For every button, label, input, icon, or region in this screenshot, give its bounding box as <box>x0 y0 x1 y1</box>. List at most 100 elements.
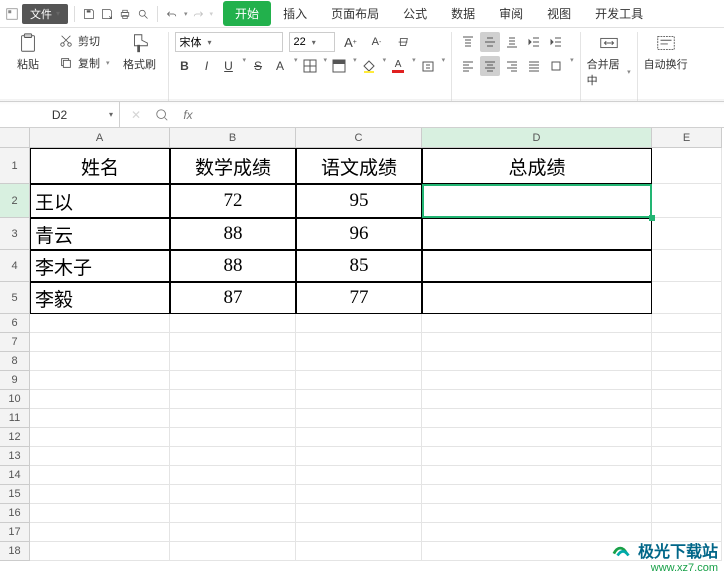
decrease-indent-button[interactable] <box>524 32 544 52</box>
cell-B11[interactable] <box>170 409 296 428</box>
increase-indent-button[interactable] <box>546 32 566 52</box>
cell-B12[interactable] <box>170 428 296 447</box>
cell-C16[interactable] <box>296 504 422 523</box>
cell-C9[interactable] <box>296 371 422 390</box>
cell-A2[interactable]: 王以 <box>30 184 170 218</box>
print-icon[interactable] <box>117 6 133 22</box>
cell-E11[interactable] <box>652 409 722 428</box>
cell-A9[interactable] <box>30 371 170 390</box>
row-header-12[interactable]: 12 <box>0 428 30 447</box>
col-header-B[interactable]: B <box>170 128 296 148</box>
cell-A17[interactable] <box>30 523 170 542</box>
tab-data[interactable]: 数据 <box>439 1 487 26</box>
cell-D14[interactable] <box>422 466 652 485</box>
tab-developer[interactable]: 开发工具 <box>583 1 655 26</box>
cell-D8[interactable] <box>422 352 652 371</box>
cut-button[interactable]: 剪切 <box>58 33 110 49</box>
cell-C1[interactable]: 语文成绩 <box>296 148 422 184</box>
phonetic-button[interactable] <box>418 56 438 76</box>
row-header-1[interactable]: 1 <box>0 148 30 184</box>
font-style-button[interactable]: A <box>270 56 290 76</box>
justify-button[interactable] <box>524 56 544 76</box>
italic-button[interactable]: I <box>197 56 217 76</box>
cell-B2[interactable]: 72 <box>170 184 296 218</box>
font-size-select[interactable]: 22 ▾ <box>289 32 335 52</box>
auto-wrap-button[interactable]: 自动换行 <box>644 32 688 72</box>
cell-A14[interactable] <box>30 466 170 485</box>
select-all-corner[interactable] <box>0 128 30 148</box>
cell-B14[interactable] <box>170 466 296 485</box>
decrease-font-button[interactable]: A- <box>367 32 387 52</box>
cell-C6[interactable] <box>296 314 422 333</box>
cell-C5[interactable]: 77 <box>296 282 422 314</box>
cell-B5[interactable]: 87 <box>170 282 296 314</box>
bold-button[interactable]: B <box>175 56 195 76</box>
align-left-button[interactable] <box>458 56 478 76</box>
cell-D9[interactable] <box>422 371 652 390</box>
cell-D5[interactable] <box>422 282 652 314</box>
cell-C12[interactable] <box>296 428 422 447</box>
tab-review[interactable]: 审阅 <box>487 1 535 26</box>
cell-B7[interactable] <box>170 333 296 352</box>
cell-C7[interactable] <box>296 333 422 352</box>
cell-A8[interactable] <box>30 352 170 371</box>
cell-B6[interactable] <box>170 314 296 333</box>
cell-E9[interactable] <box>652 371 722 390</box>
cell-E4[interactable] <box>652 250 722 282</box>
cancel-icon[interactable]: ✕ <box>128 107 144 123</box>
cell-D11[interactable] <box>422 409 652 428</box>
cell-D1[interactable]: 总成绩 <box>422 148 652 184</box>
cell-A3[interactable]: 青云 <box>30 218 170 250</box>
cell-C18[interactable] <box>296 542 422 561</box>
save-as-icon[interactable] <box>99 6 115 22</box>
tab-insert[interactable]: 插入 <box>271 1 319 26</box>
cell-D3[interactable] <box>422 218 652 250</box>
cell-C8[interactable] <box>296 352 422 371</box>
cell-E3[interactable] <box>652 218 722 250</box>
cell-D2[interactable] <box>422 184 652 218</box>
cell-D10[interactable] <box>422 390 652 409</box>
row-header-10[interactable]: 10 <box>0 390 30 409</box>
cell-E1[interactable] <box>652 148 722 184</box>
undo-dropdown[interactable]: ▾ <box>184 10 188 18</box>
cell-A5[interactable]: 李毅 <box>30 282 170 314</box>
row-header-4[interactable]: 4 <box>0 250 30 282</box>
tab-home[interactable]: 开始 <box>223 1 271 26</box>
col-header-D[interactable]: D <box>422 128 652 148</box>
tab-view[interactable]: 视图 <box>535 1 583 26</box>
name-box[interactable]: D2 ▾ <box>0 102 120 127</box>
borders-button[interactable] <box>300 56 320 76</box>
cell-A13[interactable] <box>30 447 170 466</box>
paste-button[interactable]: 粘贴 <box>6 32 50 72</box>
underline-button[interactable]: U <box>219 56 239 76</box>
align-top-button[interactable] <box>458 32 478 52</box>
row-header-16[interactable]: 16 <box>0 504 30 523</box>
row-header-9[interactable]: 9 <box>0 371 30 390</box>
undo-icon[interactable] <box>164 6 180 22</box>
cell-A15[interactable] <box>30 485 170 504</box>
cell-E6[interactable] <box>652 314 722 333</box>
cell-E10[interactable] <box>652 390 722 409</box>
cell-E14[interactable] <box>652 466 722 485</box>
clear-format-button[interactable] <box>393 32 413 52</box>
save-icon[interactable] <box>81 6 97 22</box>
col-header-E[interactable]: E <box>652 128 722 148</box>
align-bottom-button[interactable] <box>502 32 522 52</box>
cell-A4[interactable]: 李木子 <box>30 250 170 282</box>
increase-font-button[interactable]: A+ <box>341 32 361 52</box>
tab-formulas[interactable]: 公式 <box>391 1 439 26</box>
row-header-8[interactable]: 8 <box>0 352 30 371</box>
cell-D13[interactable] <box>422 447 652 466</box>
cell-C4[interactable]: 85 <box>296 250 422 282</box>
row-header-3[interactable]: 3 <box>0 218 30 250</box>
cell-C13[interactable] <box>296 447 422 466</box>
row-header-17[interactable]: 17 <box>0 523 30 542</box>
row-header-14[interactable]: 14 <box>0 466 30 485</box>
file-menu[interactable]: 文件 ▾ <box>22 4 68 24</box>
cell-B10[interactable] <box>170 390 296 409</box>
zoom-icon[interactable] <box>154 107 170 123</box>
cell-A18[interactable] <box>30 542 170 561</box>
align-center-button[interactable] <box>480 56 500 76</box>
cell-A11[interactable] <box>30 409 170 428</box>
tab-page-layout[interactable]: 页面布局 <box>319 1 391 26</box>
